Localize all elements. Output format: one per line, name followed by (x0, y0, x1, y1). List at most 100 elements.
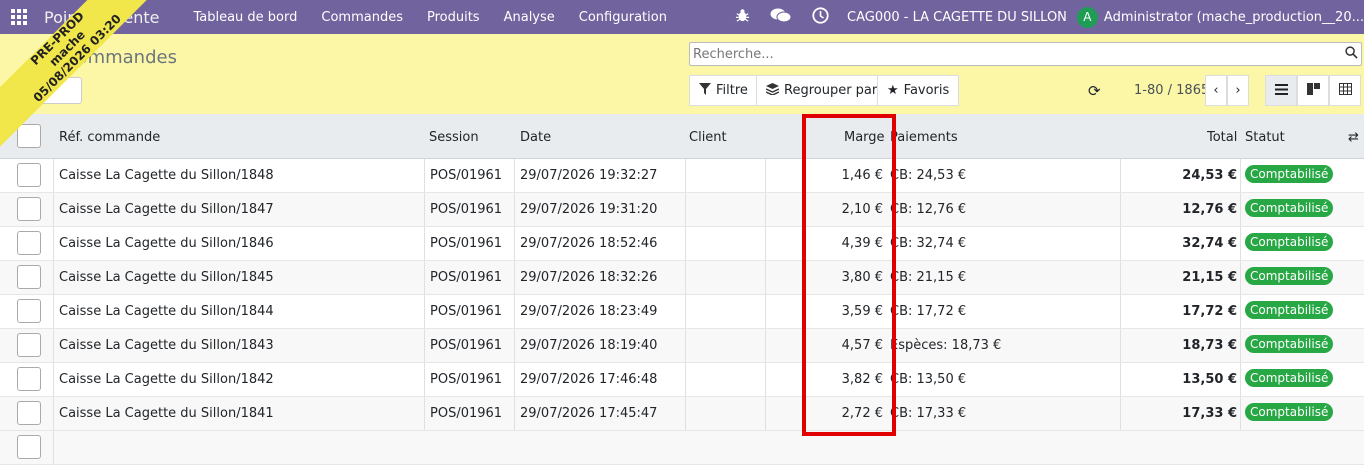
user-avatar[interactable]: A (1076, 6, 1098, 28)
chevron-right-icon: › (1235, 83, 1241, 98)
column-paiements[interactable]: Paiements (890, 130, 958, 145)
pivot-view-button[interactable] (1329, 75, 1361, 106)
status-badge: Comptabilisé (1245, 165, 1334, 183)
bug-icon[interactable] (735, 8, 750, 27)
menu-produits[interactable]: Produits (427, 10, 480, 25)
cell-ref: Caisse La Cagette du Sillon/1844 (59, 304, 274, 319)
column-divider (53, 363, 54, 396)
status-badge: Comptabilisé (1245, 301, 1334, 319)
row-checkbox[interactable] (17, 435, 41, 459)
column-divider (514, 329, 515, 362)
table-row-partial[interactable] (0, 431, 1364, 465)
table-row[interactable]: Caisse La Cagette du Sillon/1843 POS/0196… (0, 329, 1364, 363)
column-divider (1120, 329, 1121, 362)
table-row[interactable]: Caisse La Cagette du Sillon/1848 POS/0196… (0, 159, 1364, 193)
column-divider (765, 261, 766, 294)
column-divider (1240, 159, 1241, 192)
search-icon[interactable] (1341, 45, 1361, 63)
column-divider (1120, 397, 1121, 430)
column-divider (685, 329, 686, 362)
cell-marge: 3,82 € (841, 372, 883, 387)
column-divider (53, 159, 54, 192)
column-total[interactable]: Total (1207, 130, 1237, 145)
table-row[interactable]: Caisse La Cagette du Sillon/1841 POS/0196… (0, 397, 1364, 431)
row-checkbox[interactable] (17, 265, 41, 289)
pager-value[interactable]: 1-80 / 1865 (1134, 83, 1209, 98)
column-date[interactable]: Date (520, 130, 551, 145)
status-badge: Comptabilisé (1245, 369, 1334, 387)
pager-previous-button[interactable]: ‹ (1205, 75, 1227, 106)
row-checkbox[interactable] (17, 299, 41, 323)
table-row[interactable]: Caisse La Cagette du Sillon/1845 POS/0196… (0, 261, 1364, 295)
apps-grid-icon[interactable] (0, 0, 38, 34)
group-by-button[interactable]: Regrouper par (756, 75, 888, 106)
row-checkbox[interactable] (17, 231, 41, 255)
column-divider (1240, 363, 1241, 396)
cell-marge: 3,80 € (841, 270, 883, 285)
table-row[interactable]: Caisse La Cagette du Sillon/1846 POS/0196… (0, 227, 1364, 261)
list-view-button[interactable] (1265, 75, 1297, 106)
cell-paiements: CB: 24,53 € (890, 168, 967, 183)
cell-marge: 3,59 € (841, 304, 883, 319)
cell-session: POS/01961 (430, 270, 503, 285)
row-checkbox[interactable] (17, 197, 41, 221)
column-divider (53, 397, 54, 430)
cell-ref: Caisse La Cagette du Sillon/1845 (59, 270, 274, 285)
column-marge[interactable]: Marge (844, 130, 885, 145)
column-divider (685, 159, 686, 192)
table-row[interactable]: Caisse La Cagette du Sillon/1844 POS/0196… (0, 295, 1364, 329)
favorites-button[interactable]: ★ Favoris (877, 75, 960, 106)
column-divider (1240, 295, 1241, 328)
pager-next-button[interactable]: › (1227, 75, 1249, 106)
column-divider (765, 159, 766, 192)
cell-session: POS/01961 (430, 236, 503, 251)
cell-ref: Caisse La Cagette du Sillon/1847 (59, 202, 274, 217)
column-divider (1120, 159, 1121, 192)
column-divider (1120, 227, 1121, 260)
menu-configuration[interactable]: Configuration (579, 10, 667, 25)
cell-paiements: CB: 17,33 € (890, 406, 967, 421)
optional-columns-icon[interactable]: ⇄ (1348, 130, 1359, 145)
status-badge: Comptabilisé (1245, 199, 1334, 217)
user-menu[interactable]: Administrator (mache_production__20... (1104, 10, 1364, 25)
cell-date: 29/07/2026 19:31:20 (520, 202, 658, 217)
column-client[interactable]: Client (689, 130, 727, 145)
column-divider (685, 397, 686, 430)
cell-ref: Caisse La Cagette du Sillon/1848 (59, 168, 274, 183)
column-divider (1240, 227, 1241, 260)
clock-icon[interactable] (812, 6, 829, 28)
row-checkbox[interactable] (17, 333, 41, 357)
column-divider (685, 193, 686, 226)
cell-total: 13,50 € (1182, 372, 1237, 387)
menu-analyse[interactable]: Analyse (504, 10, 555, 25)
filter-button[interactable]: Filtre (689, 75, 758, 106)
reload-icon[interactable]: ⟳ (1088, 82, 1101, 100)
row-checkbox[interactable] (17, 367, 41, 391)
column-divider (765, 329, 766, 362)
cell-total: 21,15 € (1182, 270, 1237, 285)
column-divider (514, 159, 515, 192)
column-ref[interactable]: Réf. commande (59, 130, 160, 145)
column-divider (765, 295, 766, 328)
menu-tableau-de-bord[interactable]: Tableau de bord (193, 10, 297, 25)
chat-icon[interactable] (770, 7, 792, 28)
column-divider (53, 431, 54, 464)
cell-paiements: CB: 13,50 € (890, 372, 967, 387)
select-all-checkbox[interactable] (17, 124, 41, 148)
column-statut[interactable]: Statut (1245, 130, 1285, 145)
column-divider (514, 295, 515, 328)
column-divider (424, 363, 425, 396)
column-divider (1120, 295, 1121, 328)
company-switcher[interactable]: CAG000 - LA CAGETTE DU SILLON (847, 10, 1067, 25)
row-checkbox[interactable] (17, 163, 41, 187)
menu-commandes[interactable]: Commandes (321, 10, 403, 25)
search-input[interactable]: Recherche... (689, 42, 1362, 66)
table-row[interactable]: Caisse La Cagette du Sillon/1842 POS/0196… (0, 363, 1364, 397)
row-checkbox[interactable] (17, 401, 41, 425)
cell-total: 18,73 € (1182, 338, 1237, 353)
table-row[interactable]: Caisse La Cagette du Sillon/1847 POS/0196… (0, 193, 1364, 227)
cell-marge: 2,72 € (841, 406, 883, 421)
kanban-view-button[interactable] (1297, 75, 1329, 106)
column-divider (1120, 193, 1121, 226)
column-session[interactable]: Session (429, 130, 479, 145)
